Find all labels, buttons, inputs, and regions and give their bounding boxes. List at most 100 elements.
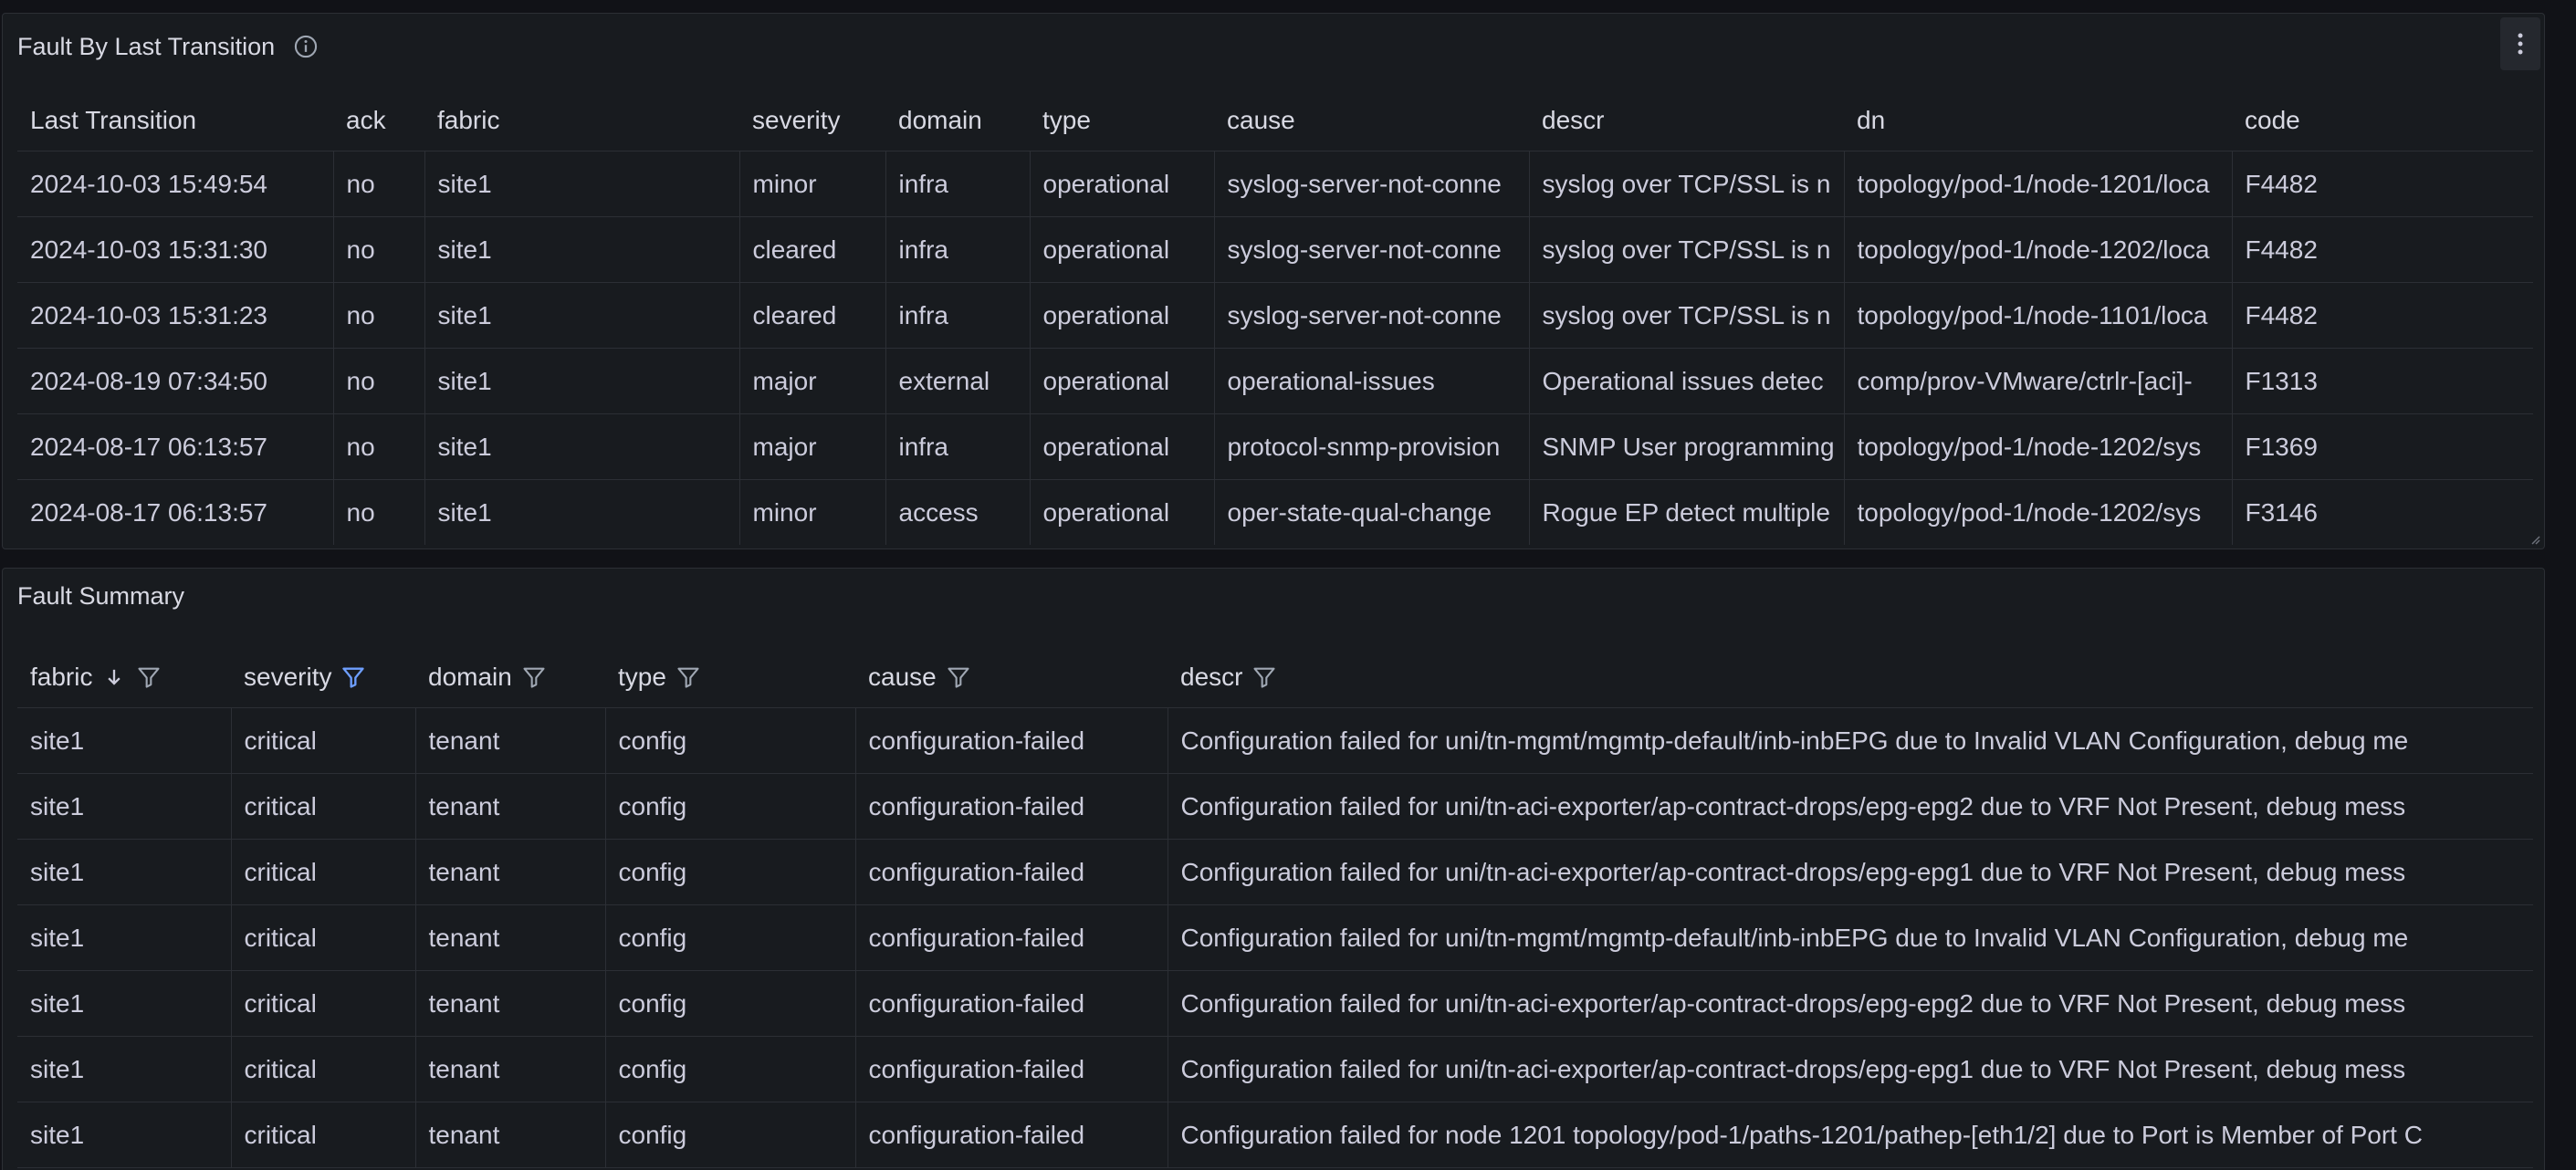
cell-severity: critical	[231, 773, 416, 840]
cell-descr: syslog over TCP/SSL is n	[1529, 151, 1845, 217]
column-header-descr[interactable]: descr	[1529, 90, 1844, 151]
cell-descr: Configuration failed for uni/tn-aci-expo…	[1168, 1036, 2533, 1102]
cell-type: config	[605, 773, 856, 840]
column-header-type[interactable]: type	[605, 647, 855, 708]
info-icon[interactable]	[293, 34, 319, 59]
table-row[interactable]: 2024-08-17 06:13:57 no site1 minor acces…	[17, 479, 2533, 545]
cell-dn: comp/prov-VMware/ctrlr-[aci]-	[1844, 348, 2233, 414]
cell-fabric: site1	[17, 839, 232, 905]
cell-cause: configuration-failed	[855, 707, 1168, 774]
column-header-code[interactable]: code	[2232, 90, 2533, 151]
cell-cause: syslog-server-not-conne	[1214, 282, 1530, 349]
column-header-label: cause	[868, 663, 937, 691]
cell-code: F3146	[2245, 497, 2318, 527]
cell-domain: infra	[885, 151, 1031, 217]
filter-icon[interactable]	[675, 664, 701, 690]
cell-descr: Configuration failed for uni/tn-aci-expo…	[1168, 970, 2533, 1037]
fault-summary-table: fabric severity domain type cause descr …	[17, 647, 2533, 1168]
table-row[interactable]: site1 critical tenant config configurati…	[17, 1102, 2533, 1168]
cell-type: config	[605, 1102, 856, 1168]
cell-severity: cleared	[739, 282, 886, 349]
table-row[interactable]: site1 critical tenant config configurati…	[17, 707, 2533, 774]
cell-descr: Configuration failed for uni/tn-mgmt/mgm…	[1168, 707, 2533, 774]
cell-ack: no	[333, 348, 425, 414]
table-row[interactable]: 2024-08-17 06:13:57 no site1 major infra…	[17, 413, 2533, 480]
column-header-cause[interactable]: cause	[855, 647, 1168, 708]
table-row[interactable]: site1 critical tenant config configurati…	[17, 970, 2533, 1037]
cell-dn: topology/pod-1/node-1201/loca	[1844, 151, 2233, 217]
filter-icon[interactable]	[136, 664, 162, 690]
cell-severity: critical	[231, 1102, 416, 1168]
cell-cause: configuration-failed	[855, 773, 1168, 840]
cell-dn: topology/pod-1/node-1202/loca	[1844, 216, 2233, 283]
table-row[interactable]: site1 critical tenant config configurati…	[17, 904, 2533, 971]
cell-severity: critical	[231, 707, 416, 774]
column-header-label: type	[618, 663, 666, 691]
cell-type: config	[605, 970, 856, 1037]
cell-last-transition: 2024-08-17 06:13:57	[17, 413, 334, 480]
filter-icon[interactable]	[1251, 664, 1277, 690]
column-header-ack[interactable]: ack	[333, 90, 424, 151]
cell-fabric: site1	[424, 216, 740, 283]
filter-active-icon[interactable]	[340, 664, 366, 690]
table-row[interactable]: 2024-10-03 15:49:54 no site1 minor infra…	[17, 151, 2533, 217]
cell-type: operational	[1030, 151, 1215, 217]
cell-fabric: site1	[424, 348, 740, 414]
table-row[interactable]: 2024-10-03 15:31:23 no site1 cleared inf…	[17, 282, 2533, 349]
cell-last-transition: 2024-10-03 15:49:54	[17, 151, 334, 217]
table-row[interactable]: site1 critical tenant config configurati…	[17, 773, 2533, 840]
cell-descr: SNMP User programming	[1529, 413, 1845, 480]
cell-descr: Configuration failed for uni/tn-mgmt/mgm…	[1168, 904, 2533, 971]
column-header-type[interactable]: type	[1030, 90, 1214, 151]
cell-last-transition: 2024-10-03 15:31:30	[17, 216, 334, 283]
column-header-fabric[interactable]: fabric	[17, 647, 231, 708]
column-header-dn[interactable]: dn	[1844, 90, 2232, 151]
cell-descr: Configuration failed for uni/tn-aci-expo…	[1168, 773, 2533, 840]
cell-type: config	[605, 839, 856, 905]
cell-domain: tenant	[415, 839, 606, 905]
column-header-domain[interactable]: domain	[885, 90, 1030, 151]
column-header-label: fabric	[30, 663, 93, 691]
cell-severity: minor	[739, 479, 886, 545]
table-row[interactable]: site1 critical tenant config configurati…	[17, 1036, 2533, 1102]
cell-cause: configuration-failed	[855, 1102, 1168, 1168]
cell-cause: operational-issues	[1214, 348, 1530, 414]
table-row[interactable]: 2024-10-03 15:31:30 no site1 cleared inf…	[17, 216, 2533, 283]
cell-ack: no	[333, 479, 425, 545]
column-header-severity[interactable]: severity	[231, 647, 415, 708]
cell-cause: configuration-failed	[855, 839, 1168, 905]
column-header-severity[interactable]: severity	[739, 90, 885, 151]
sort-descending-icon[interactable]	[101, 664, 127, 690]
resize-handle-icon[interactable]	[2529, 534, 2540, 545]
cell-fabric: site1	[17, 970, 232, 1037]
cell-fabric: site1	[424, 413, 740, 480]
table-row[interactable]: site1 critical tenant config configurati…	[17, 839, 2533, 905]
table-header-row: Last Transition ack fabric severity doma…	[17, 90, 2533, 151]
panel-header: Fault By Last Transition	[17, 28, 319, 65]
cell-type: operational	[1030, 282, 1215, 349]
cell-fabric: site1	[424, 282, 740, 349]
column-header-domain[interactable]: domain	[415, 647, 605, 708]
cell-severity: critical	[231, 970, 416, 1037]
cell-fabric: site1	[424, 479, 740, 545]
table-row[interactable]: 2024-08-19 07:34:50 no site1 major exter…	[17, 348, 2533, 414]
column-header-fabric[interactable]: fabric	[424, 90, 739, 151]
column-header-cause[interactable]: cause	[1214, 90, 1529, 151]
cell-fabric: site1	[424, 151, 740, 217]
cell-domain: tenant	[415, 773, 606, 840]
fault-transition-table: Last Transition ack fabric severity doma…	[17, 90, 2533, 545]
column-header-descr[interactable]: descr	[1168, 647, 2533, 708]
fault-by-last-transition-panel: Fault By Last Transition Last Transition…	[2, 13, 2545, 549]
cell-domain: tenant	[415, 1102, 606, 1168]
cell-dn: topology/pod-1/node-1202/sys	[1844, 413, 2233, 480]
filter-icon[interactable]	[946, 664, 971, 690]
cell-code: F4482	[2232, 151, 2533, 217]
cell-descr: Operational issues detec	[1529, 348, 1845, 414]
cell-type: config	[605, 904, 856, 971]
panel-title: Fault By Last Transition	[17, 32, 276, 60]
panel-title: Fault Summary	[17, 581, 185, 610]
cell-descr: syslog over TCP/SSL is n	[1529, 216, 1845, 283]
filter-icon[interactable]	[521, 664, 547, 690]
panel-menu-button[interactable]	[2500, 17, 2540, 70]
column-header-last-transition[interactable]: Last Transition	[17, 90, 333, 151]
